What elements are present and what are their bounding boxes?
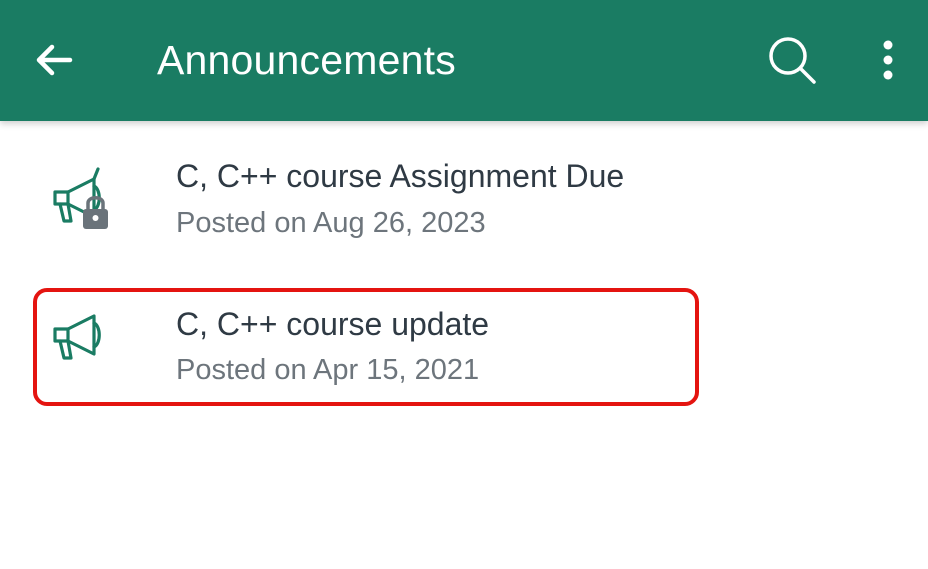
search-button[interactable] xyxy=(760,28,824,92)
announcement-title: C, C++ course Assignment Due xyxy=(176,158,625,194)
page-title: Announcements xyxy=(157,37,456,83)
megaphone-locked-icon xyxy=(53,167,108,229)
selection-highlight xyxy=(33,288,699,406)
app-bar: Announcements xyxy=(0,0,928,121)
more-options-button[interactable] xyxy=(862,30,914,90)
more-vert-icon xyxy=(883,40,893,80)
back-button[interactable] xyxy=(24,30,84,90)
announcement-date: Posted on Aug 26, 2023 xyxy=(176,207,486,239)
arrow-left-icon xyxy=(36,44,73,76)
search-icon xyxy=(769,37,816,84)
